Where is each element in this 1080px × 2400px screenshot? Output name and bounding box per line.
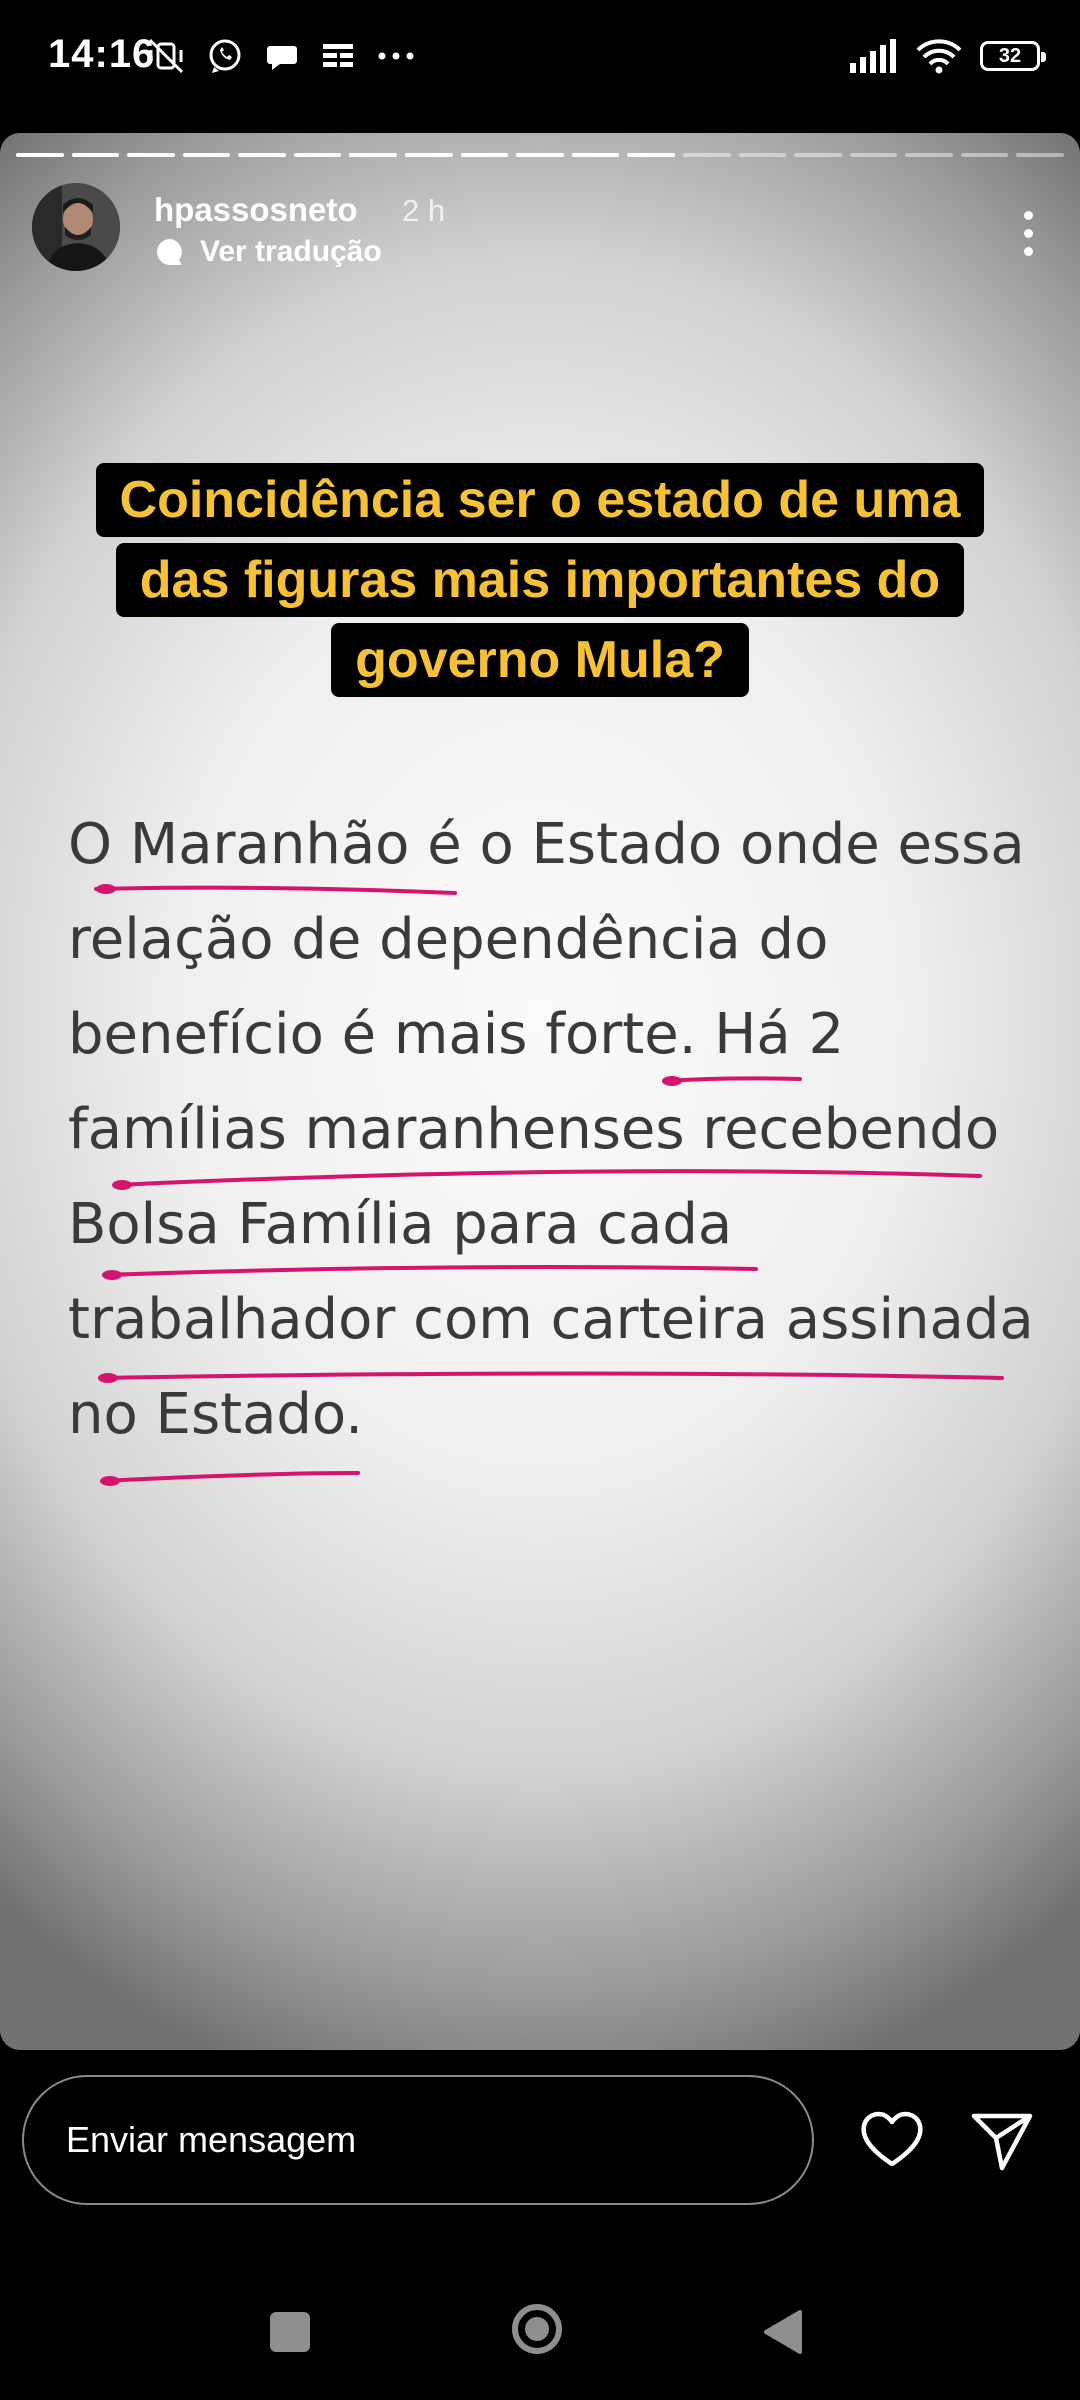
story-time-ago: 2 h (402, 193, 446, 228)
more-options-icon[interactable] (1008, 203, 1048, 263)
wifi-icon (916, 39, 962, 74)
underline-mark (100, 1471, 360, 1483)
translate-label: Ver tradução (200, 235, 382, 268)
whatsapp-icon (209, 39, 241, 73)
progress-segment (849, 153, 898, 157)
story-body-text: O Maranhão é o Estado onde essa relação … (68, 797, 1034, 1462)
progress-segment (182, 153, 231, 157)
progress-segment (516, 153, 564, 157)
progress-segment (1016, 153, 1064, 157)
progress-segment (127, 153, 175, 157)
story-username[interactable]: hpassosneto (154, 191, 358, 229)
headline-box: Coincidência ser o estado de uma das fig… (0, 463, 1080, 697)
body-line-2: relação de dependência do (68, 907, 829, 972)
battery-icon: 32 (980, 41, 1046, 71)
body-line-1: O Maranhão é o Estado onde essa (68, 812, 1025, 877)
like-heart-icon[interactable] (858, 2106, 926, 2174)
progress-segment (16, 153, 64, 157)
body-line-5: Bolsa Família para cada (68, 1192, 733, 1257)
story-progress-bar (16, 153, 1064, 157)
progress-segment (71, 153, 120, 157)
recent-apps-icon[interactable] (270, 2312, 310, 2352)
message-placeholder: Enviar mensagem (66, 2119, 357, 2160)
notes-icon (323, 44, 353, 67)
story-header: hpassosneto 2 h Ver tradução (32, 183, 1048, 303)
avatar-person-icon (32, 183, 120, 271)
progress-segment (460, 153, 509, 157)
chat-bubble-icon (267, 46, 297, 70)
headline-line-2: das figuras mais importantes do (115, 543, 965, 617)
headline-line-1: Coincidência ser o estado de uma (95, 463, 985, 537)
more-dots-icon (378, 52, 414, 60)
progress-segment (960, 153, 1009, 157)
mute-vibrate-icon (148, 38, 184, 74)
progress-segment (571, 153, 620, 157)
translate-link[interactable]: Ver tradução (154, 235, 382, 269)
progress-segment (405, 153, 453, 157)
progress-segment (794, 153, 842, 157)
progress-segment (293, 153, 342, 157)
progress-segment (738, 153, 787, 157)
back-icon[interactable] (760, 2308, 806, 2356)
send-direct-icon[interactable] (968, 2106, 1036, 2174)
progress-segment (905, 153, 953, 157)
home-icon[interactable] (510, 2302, 564, 2356)
send-message-input[interactable]: Enviar mensagem (22, 2075, 814, 2205)
body-line-6: trabalhador com carteira assinada (68, 1287, 1034, 1352)
body-line-3: benefício é mais forte. Há 2 (68, 1002, 845, 1067)
status-notification-icons (146, 34, 416, 78)
status-time: 14:16 (48, 32, 156, 76)
battery-level: 32 (998, 44, 1022, 67)
avatar[interactable] (32, 183, 120, 271)
progress-segment (238, 153, 286, 157)
translate-icon (157, 239, 182, 265)
progress-segment (349, 153, 398, 157)
headline-line-3: governo Mula? (331, 623, 749, 697)
body-line-7: no Estado. (68, 1382, 364, 1447)
status-system-icons: 32 (848, 34, 1046, 78)
system-nav-bar (0, 2270, 1080, 2400)
story-viewer[interactable]: hpassosneto 2 h Ver tradução Coincidênci… (0, 133, 1080, 2050)
progress-segment (682, 153, 731, 157)
signal-icon (850, 39, 896, 73)
body-line-4: famílias maranhenses recebendo (68, 1097, 1000, 1162)
status-bar: 14:16 32 (0, 0, 1080, 120)
progress-segment (627, 153, 675, 157)
